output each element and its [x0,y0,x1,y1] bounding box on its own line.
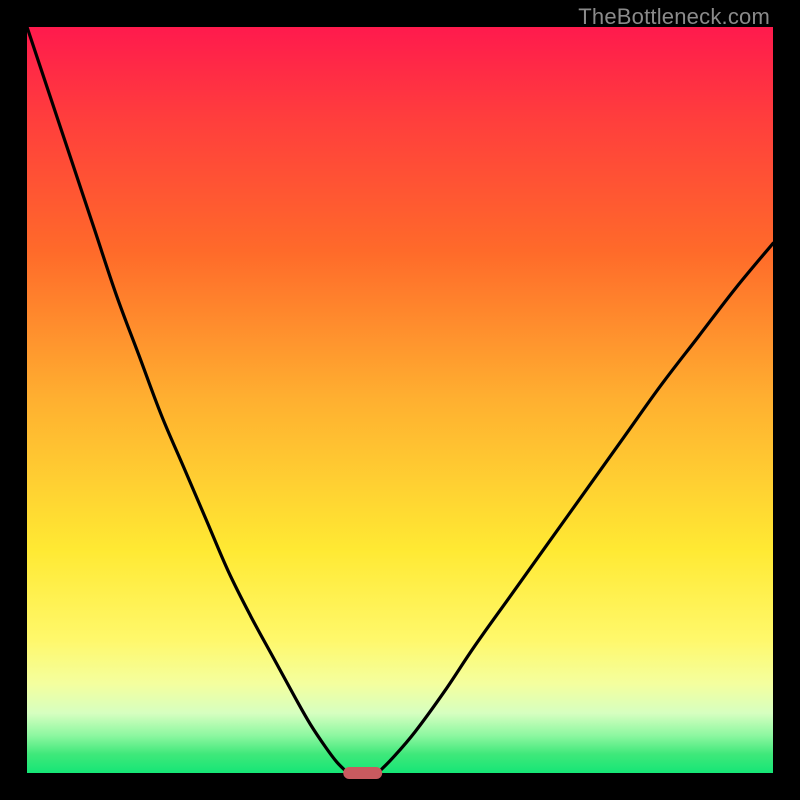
chart-frame: TheBottleneck.com [0,0,800,800]
plot-area [27,27,773,773]
curve-svg [27,27,773,773]
right-curve [378,243,773,773]
left-curve [27,27,348,773]
bottleneck-marker [343,767,383,779]
